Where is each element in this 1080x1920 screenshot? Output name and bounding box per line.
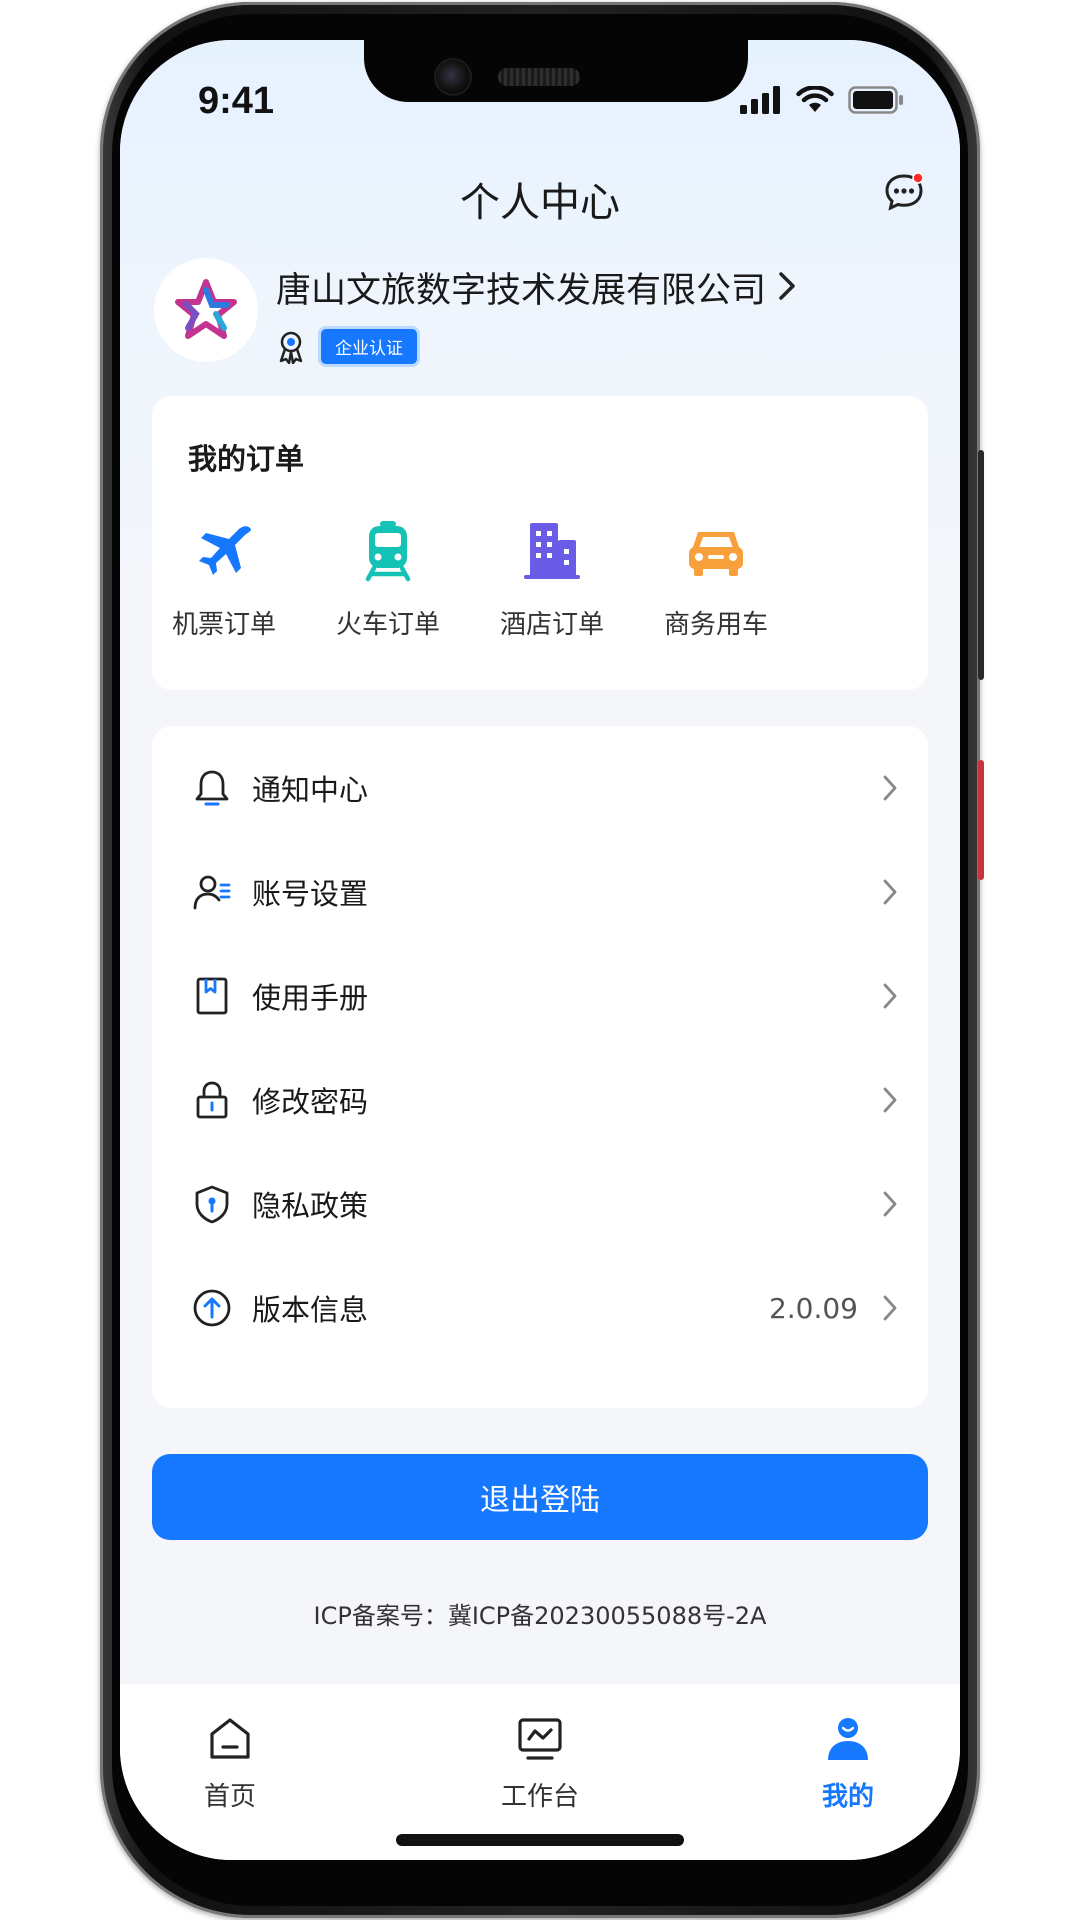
profile-person-icon xyxy=(828,1718,868,1760)
menu-label: 修改密码 xyxy=(252,1085,369,1119)
front-camera xyxy=(434,58,472,96)
power-button xyxy=(978,760,984,880)
lock-icon xyxy=(196,1081,228,1119)
shield-icon xyxy=(195,1185,229,1224)
order-hotel[interactable]: 酒店订单 xyxy=(462,518,642,641)
menu-label: 使用手册 xyxy=(252,981,369,1015)
menu-label: 通知中心 xyxy=(252,773,369,807)
icp-record: ICP备案号：冀ICP备20230055088号-2A xyxy=(313,1602,767,1630)
menu-label: 账号设置 xyxy=(252,877,369,911)
menu-item-notification[interactable]: 通知中心 xyxy=(152,736,928,840)
chevron-right-icon xyxy=(883,1191,897,1217)
home-indicator[interactable] xyxy=(396,1834,684,1846)
bell-icon xyxy=(195,770,229,806)
order-flight[interactable]: 机票订单 xyxy=(134,518,314,641)
menu-item-account[interactable]: 账号设置 xyxy=(152,840,928,944)
page-title: 个人中心 xyxy=(460,180,620,226)
chevron-right-icon xyxy=(883,775,897,801)
tab-home[interactable]: 首页 xyxy=(160,1714,300,1813)
manual-book-icon xyxy=(196,977,228,1015)
user-settings-icon xyxy=(193,875,231,910)
stage: 9:41 个人中心 唐山文旅数字技术发展有限公司 企业认证 我的订单 机票订单 … xyxy=(0,0,1080,1920)
version-value: 2.0.09 xyxy=(768,1291,858,1325)
medal-icon xyxy=(279,331,303,364)
home-icon xyxy=(210,1718,250,1759)
message-button[interactable] xyxy=(882,170,926,214)
order-flight-label: 机票订单 xyxy=(171,610,276,640)
chevron-right-icon xyxy=(883,983,897,1009)
airplane-icon xyxy=(199,526,251,575)
star-logo-icon xyxy=(175,279,237,339)
tab-workbench[interactable]: 工作台 xyxy=(470,1714,610,1813)
chat-bubble-icon xyxy=(885,172,924,211)
menu-item-manual[interactable]: 使用手册 xyxy=(152,944,928,1048)
screen: 9:41 个人中心 唐山文旅数字技术发展有限公司 企业认证 我的订单 机票订单 … xyxy=(120,40,960,1860)
company-name[interactable]: 唐山文旅数字技术发展有限公司 xyxy=(276,262,766,313)
tab-mine-label: 我的 xyxy=(821,1782,874,1812)
workbench-monitor-icon xyxy=(518,1718,562,1760)
logout-button[interactable]: 退出登陆 xyxy=(152,1454,928,1540)
chevron-right-icon xyxy=(883,1295,897,1321)
upgrade-arrow-icon xyxy=(193,1289,231,1327)
tab-workbench-label: 工作台 xyxy=(500,1782,579,1812)
train-icon xyxy=(365,521,411,582)
battery-icon xyxy=(848,86,903,114)
chevron-right-icon xyxy=(883,879,897,905)
menu-card: 通知中心 账号设置 使用手册 修改密码 隐私政策 版本信息 2.0.09 xyxy=(152,726,928,1408)
hotel-building-icon xyxy=(524,523,580,579)
tab-home-label: 首页 xyxy=(203,1782,256,1812)
status-time: 9:41 xyxy=(198,80,275,122)
tab-mine[interactable]: 我的 xyxy=(778,1714,918,1813)
certification-row: 企业认证 xyxy=(276,326,420,367)
order-hotel-label: 酒店订单 xyxy=(499,610,604,640)
certification-badge: 企业认证 xyxy=(318,326,420,367)
orders-title: 我的订单 xyxy=(188,442,305,476)
signal-icon xyxy=(740,86,780,114)
earpiece-speaker xyxy=(498,68,580,86)
order-car-label: 商务用车 xyxy=(663,610,768,640)
order-train-label: 火车订单 xyxy=(335,610,440,640)
menu-item-privacy[interactable]: 隐私政策 xyxy=(152,1152,928,1256)
volume-button xyxy=(978,450,984,680)
menu-label: 隐私政策 xyxy=(252,1189,369,1223)
order-car[interactable]: 商务用车 xyxy=(626,518,806,641)
orders-card: 我的订单 机票订单 火车订单 酒店订单 商务用车 xyxy=(152,396,928,690)
chevron-right-icon xyxy=(883,1087,897,1113)
company-logo xyxy=(154,258,258,362)
status-icons xyxy=(740,86,904,114)
menu-item-password[interactable]: 修改密码 xyxy=(152,1048,928,1152)
wifi-icon xyxy=(796,86,834,112)
car-icon xyxy=(689,532,743,576)
chevron-right-icon[interactable] xyxy=(772,266,802,306)
menu-item-version[interactable]: 版本信息 2.0.09 xyxy=(152,1256,928,1360)
menu-label: 版本信息 xyxy=(252,1293,369,1327)
order-train[interactable]: 火车订单 xyxy=(298,518,478,641)
